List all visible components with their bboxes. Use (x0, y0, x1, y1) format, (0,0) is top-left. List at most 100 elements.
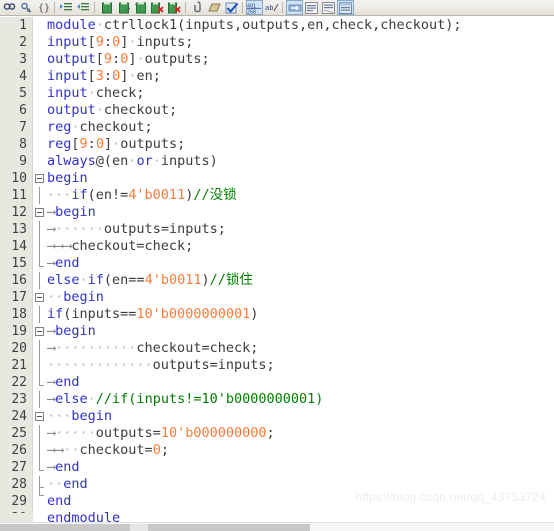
code-line[interactable]: ⟶⟶··checkout=0; (47, 442, 169, 459)
fold-collapse-icon[interactable] (35, 412, 44, 421)
code-line[interactable]: reg·checkout; (47, 119, 153, 136)
code-line[interactable]: reg[9:0]·outputs; (47, 136, 185, 153)
line-number: 19 (11, 324, 27, 339)
token-pun: outputs=inputs; (103, 221, 226, 237)
code-line[interactable]: output[9:0]·outputs; (47, 51, 210, 68)
code-line[interactable]: ···if(en!=4'b0011)//没锁 (47, 187, 237, 204)
horizontal-scrollbar[interactable] (0, 522, 554, 531)
token-kw: module (47, 17, 96, 33)
stop-icon[interactable] (149, 0, 166, 15)
token-kw: begin (71, 408, 113, 424)
token-pun: ctrllock1(inputs,outputs,en,check,checko… (103, 17, 462, 33)
line-number: 26 (11, 443, 27, 458)
fold-margin[interactable] (34, 17, 47, 522)
token-pun: [ (71, 136, 80, 152)
token-pun: : (103, 68, 113, 84)
code-line[interactable]: else·if(en==4'b0011)//锁住 (47, 272, 253, 289)
code-line[interactable]: ⟶·····outputs=10'b000000000; (47, 425, 275, 442)
token-pun: checkout; (103, 102, 178, 118)
code-line[interactable]: ···begin (47, 408, 112, 425)
token-arr: ⟶ (47, 374, 56, 390)
token-pun: checkout= (79, 442, 153, 458)
brace-match-icon[interactable]: {} (35, 0, 52, 15)
code-line[interactable]: end (47, 493, 71, 510)
code-line[interactable]: ⟶end (47, 374, 80, 391)
find-icon[interactable] (1, 0, 18, 15)
replace-icon[interactable]: B (18, 0, 35, 15)
check-syntax-icon[interactable] (223, 0, 240, 15)
stop-all-icon[interactable] (166, 0, 183, 15)
code-line[interactable]: ⟶······outputs=inputs; (47, 221, 226, 238)
code-line[interactable]: output·checkout; (47, 102, 177, 119)
code-line[interactable]: input[3:0]·en; (47, 68, 161, 85)
code-line[interactable]: ⟶else·//if(inputs!=10'b0000000001) (47, 391, 323, 408)
token-pun: ; (160, 442, 169, 458)
token-kw: reg (47, 119, 72, 135)
line-number: 23 (11, 392, 27, 407)
line-number: 7 (19, 120, 27, 135)
code-line[interactable]: input[9:0]·inputs; (47, 34, 193, 51)
run-step-icon[interactable] (115, 0, 132, 15)
token-kw: begin (55, 323, 96, 339)
line-number: 3 (19, 52, 27, 67)
code-line[interactable]: module·ctrllock1(inputs,outputs,en,check… (47, 17, 462, 34)
token-ws: ············· (47, 357, 153, 373)
view-detail-icon[interactable] (320, 0, 337, 15)
code-line[interactable]: ·············outputs=inputs; (47, 357, 275, 374)
token-num: 4'b0011 (144, 272, 202, 288)
code-content[interactable]: module · ctrllock1(inputs,outputs,en,check… (47, 17, 554, 522)
token-arr: ⟶ (47, 221, 56, 237)
fold-guide-line (39, 255, 40, 266)
code-line[interactable]: input·check; (47, 85, 145, 102)
editor-surface[interactable]: 1 2 3 4 5 6 7 8 9 10 11 12 13 14 15 16 17 18 19 20 21 22 23 24 2… (0, 17, 554, 522)
token-num: 4'b0011 (128, 187, 186, 203)
token-ws: ··· (47, 408, 72, 424)
token-pun: ) (250, 306, 259, 322)
code-line[interactable]: ⟶begin (47, 204, 96, 221)
token-arr: ⟶ (47, 425, 56, 441)
view-panel-icon[interactable] (337, 0, 354, 15)
line-number: 14 (11, 239, 27, 254)
fold-collapse-icon[interactable] (35, 327, 44, 336)
run-icon[interactable] (98, 0, 115, 15)
line-count-icon[interactable]: 401 268 (246, 0, 263, 15)
code-line[interactable]: if(inputs==10'b0000000001) (47, 306, 258, 323)
token-pun: @(en (95, 153, 129, 169)
code-line[interactable]: ⟶end (47, 255, 80, 272)
code-line[interactable]: ⟶begin (47, 323, 96, 340)
code-line[interactable]: ⟶··········checkout=check; (47, 340, 258, 357)
code-editor-window: B{} 401 268 ab 1 2 3 4 5 6 7 8 9 10 11 12 13 14 15 16 17 18 1… (0, 0, 554, 531)
indent-increase-icon[interactable] (58, 0, 75, 15)
export-icon[interactable] (286, 0, 303, 15)
token-arr: ⟶⟶⟶ (47, 238, 72, 254)
fold-collapse-icon[interactable] (35, 174, 44, 183)
token-arr: ⟶⟶ (47, 442, 64, 458)
code-line[interactable]: ⟶⟶⟶checkout=check; (47, 238, 193, 255)
spell-check-icon[interactable]: ab (263, 0, 280, 15)
code-line[interactable]: ··begin (47, 289, 104, 306)
fold-collapse-icon[interactable] (35, 293, 44, 302)
line-number: 11 (11, 188, 27, 203)
token-pun: ) (201, 272, 210, 288)
token-cmt: //锁住 (209, 272, 253, 288)
code-line[interactable]: endmodule (47, 510, 120, 522)
token-pun: ] (103, 136, 113, 152)
attach-icon[interactable] (189, 0, 206, 15)
file-icon[interactable] (206, 0, 223, 15)
token-pun: en; (136, 68, 161, 84)
view-list-icon[interactable] (303, 0, 320, 15)
fold-guide-line (39, 482, 40, 495)
run-all-icon[interactable] (132, 0, 149, 15)
token-ws: · (152, 153, 161, 169)
indent-decrease-icon[interactable] (75, 0, 92, 15)
code-line[interactable]: begin (47, 170, 88, 187)
fold-guide-line (39, 221, 40, 238)
scrollbar-thumb[interactable] (0, 524, 310, 531)
code-line[interactable]: ⟶end (47, 459, 80, 476)
code-line[interactable]: always@(en·or·inputs) (47, 153, 218, 170)
line-number: 17 (11, 290, 27, 305)
fold-collapse-icon[interactable] (35, 208, 44, 217)
token-kw: or (136, 153, 153, 169)
code-line[interactable]: ··end (47, 476, 88, 493)
line-number: 18 (11, 307, 27, 322)
